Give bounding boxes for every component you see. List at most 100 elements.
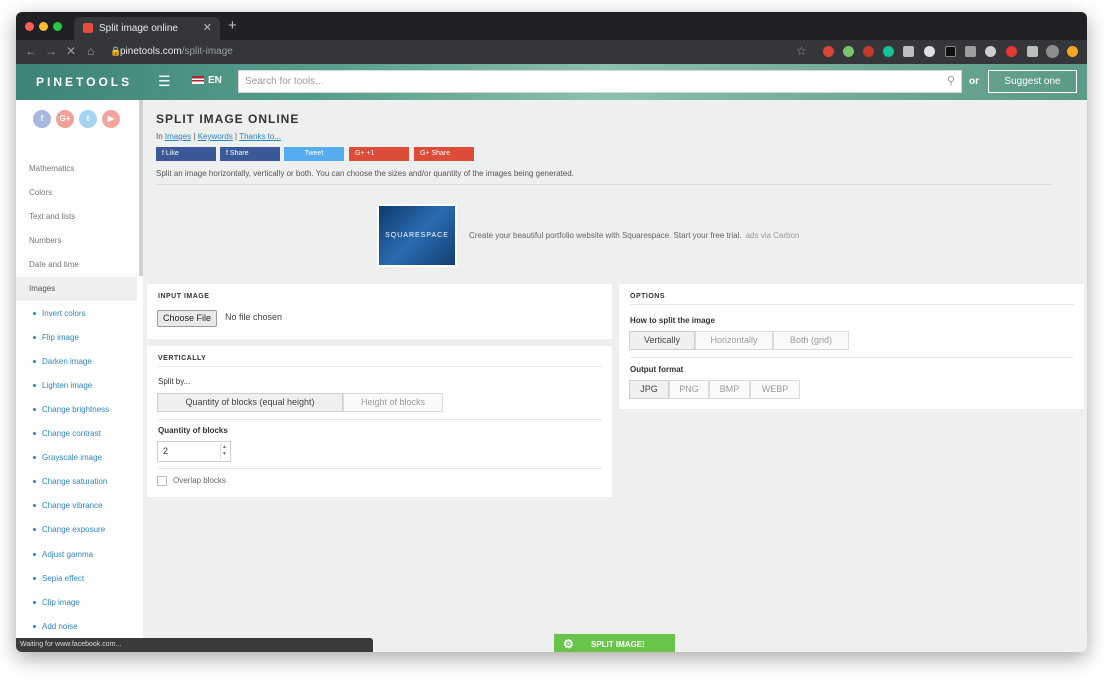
facebook-share-button[interactable]: f Share [220,147,280,161]
split-image-button[interactable]: ⚙ SPLIT IMAGE! [554,634,675,652]
extension-camera-icon[interactable] [965,46,976,57]
tab-title: Split image online [99,23,178,34]
vertically-panel: VERTICALLY Split by... Quantity of block… [147,346,612,497]
home-icon[interactable]: ⌂ [87,44,94,58]
minimize-window-button[interactable] [39,22,48,31]
sidebar-subitem[interactable]: Change saturation [33,477,107,486]
how-vertically-option[interactable]: Vertically [629,331,695,350]
bullet-icon [33,360,36,364]
extensions-puzzle-icon[interactable] [1027,46,1038,57]
ad-text[interactable]: Create your beautiful portfolio website … [469,231,799,240]
format-jpg-option[interactable]: JPG [629,380,669,399]
breadcrumb-separator: | [193,132,196,141]
sidebar-subitem-label: Clip image [42,598,80,607]
overlap-blocks-checkbox[interactable] [157,476,167,486]
sidebar-subitem[interactable]: Clip image [33,598,80,607]
tweet-button[interactable]: Tweet [284,147,344,161]
breadcrumb-images-link[interactable]: Images [165,132,191,141]
sidebar-subitem[interactable]: Flip image [33,333,79,342]
bullet-icon [33,553,36,557]
split-by-height-option[interactable]: Height of blocks [343,393,443,412]
output-format-label: Output format [630,365,684,374]
bullet-icon [33,625,36,629]
tab-bar: Split image online ✕ + [16,12,1087,40]
twitter-icon[interactable]: t [79,110,97,128]
sidebar-subitem[interactable]: Change brightness [33,405,109,414]
google-plus-icon[interactable]: G+ [56,110,74,128]
extension-red-icon[interactable] [1006,46,1017,57]
how-horizontally-option[interactable]: Horizontally [695,331,773,350]
sidebar-subitem-label: Sepia effect [42,574,85,583]
sidebar-subitem-label: Change exposure [42,525,106,534]
choose-file-button[interactable]: Choose File [157,310,218,327]
breadcrumb-thanks-link[interactable]: Thanks to... [239,132,281,141]
extension-gmail-icon[interactable] [823,46,834,57]
stepper-arrows-icon[interactable]: ▲ ▼ [220,444,228,459]
facebook-like-button[interactable]: f Like [156,147,216,161]
extension-abp-icon[interactable] [863,46,874,57]
divider [158,419,602,420]
extension-arch-icon[interactable] [985,46,996,57]
extension-settings-icon[interactable] [843,46,854,57]
format-png-option[interactable]: PNG [669,380,709,399]
sidebar-item-date-and-time[interactable]: Date and time [29,260,79,269]
stop-icon[interactable]: ✕ [66,44,76,58]
search-icon[interactable]: ⚲ [947,74,955,87]
format-webp-option[interactable]: WEBP [750,380,800,399]
sidebar-item-mathematics[interactable]: Mathematics [29,164,74,173]
extension-yellow-icon[interactable] [1067,46,1078,57]
new-tab-button[interactable]: + [228,17,237,34]
breadcrumb-keywords-link[interactable]: Keywords [198,132,233,141]
search-input[interactable] [245,74,925,89]
forward-icon[interactable]: → [45,44,57,58]
how-both-grid-option[interactable]: Both (grid) [773,331,849,350]
input-image-panel: INPUT IMAGE Choose File No file chosen [147,284,612,339]
profile-avatar[interactable] [1046,45,1059,58]
quantity-stepper[interactable]: 2 ▲ ▼ [157,441,231,462]
sidebar-item-numbers[interactable]: Numbers [29,236,61,245]
sidebar-item-images[interactable]: Images [16,277,137,301]
sidebar-subitem[interactable]: Darken image [33,357,92,366]
sidebar-item-text-and-lists[interactable]: Text and lists [29,212,75,221]
google-plus-one-button[interactable]: G+ +1 [349,147,409,161]
sidebar-subitem[interactable]: Change exposure [33,525,105,534]
menu-hamburger-icon[interactable]: ☰ [158,73,171,90]
sidebar-subitem[interactable]: Adjust gamma [33,550,93,559]
extension-b-icon[interactable] [945,46,956,57]
extension-grammarly-icon[interactable] [883,46,894,57]
divider [158,468,602,469]
back-icon[interactable]: ← [25,44,37,58]
sidebar-subitem[interactable]: Change contrast [33,429,101,438]
google-plus-share-button[interactable]: G+ Share [414,147,474,161]
ad-image[interactable]: SQUARESPACE [377,204,457,267]
input-image-title: INPUT IMAGE [158,293,210,300]
sidebar-subitem[interactable]: Change vibrance [33,501,102,510]
sidebar-subitem[interactable]: Add noise [33,622,78,631]
split-by-quantity-option[interactable]: Quantity of blocks (equal height) [157,393,343,412]
bookmark-star-icon[interactable]: ☆ [796,44,807,58]
facebook-icon[interactable]: f [33,110,51,128]
sidebar-subitem[interactable]: Invert colors [33,309,86,318]
sidebar-subitem-label: Grayscale image [42,453,103,462]
sidebar-subitem[interactable]: Grayscale image [33,453,102,462]
site-logo[interactable]: PINETOOLS [36,75,132,89]
url-field[interactable]: pinetools.com/split-image [120,46,233,57]
sidebar-item-colors[interactable]: Colors [29,188,52,197]
sidebar-subitem-label: Change brightness [42,405,110,414]
gear-icon: ⚙ [563,637,574,651]
overlap-blocks-label[interactable]: Overlap blocks [173,476,226,485]
suggest-one-button[interactable]: Suggest one [988,70,1077,93]
language-label: EN [208,75,222,86]
format-bmp-option[interactable]: BMP [709,380,750,399]
language-selector[interactable]: EN [192,75,222,86]
extension-doc-icon[interactable] [903,46,914,57]
sidebar-subitem[interactable]: Lighten image [33,381,92,390]
maximize-window-button[interactable] [53,22,62,31]
extension-circle-icon[interactable] [924,46,935,57]
youtube-icon[interactable]: ▶ [102,110,120,128]
close-tab-icon[interactable]: ✕ [203,21,212,34]
sidebar-subitem[interactable]: Sepia effect [33,574,84,583]
close-window-button[interactable] [25,22,34,31]
browser-tab[interactable]: Split image online ✕ [74,17,220,40]
url-path: /split-image [181,46,233,57]
